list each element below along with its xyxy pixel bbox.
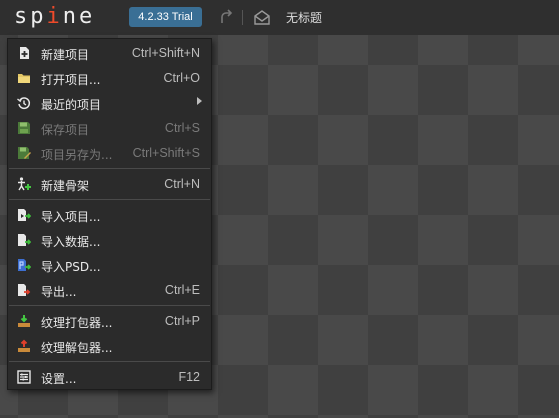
menu-item-label: 设置...: [41, 372, 77, 386]
menu-item-import-psd[interactable]: 导入PSD...: [8, 253, 211, 277]
menu-item-label: 新建项目: [41, 48, 90, 62]
menu-separator: [9, 305, 210, 306]
menu-item-shortcut: Ctrl+P: [164, 314, 200, 328]
menu-item-label: 导入数据...: [41, 235, 101, 249]
menu-item-open-project[interactable]: 打开项目... Ctrl+O: [8, 66, 211, 90]
menu-item-label: 保存项目: [41, 123, 90, 137]
menu-item-import-data[interactable]: 导入数据...: [8, 228, 211, 252]
menu-item-import-project[interactable]: 导入项目...: [8, 203, 211, 227]
history-icon: [17, 97, 31, 110]
logo-text-part1: sp: [14, 4, 47, 29]
menu-item-shortcut: Ctrl+E: [164, 283, 200, 297]
redo-icon[interactable]: [219, 9, 233, 25]
save-icon: [18, 122, 30, 134]
menu-item-label: 打开项目...: [41, 73, 101, 87]
folder-icon: [18, 74, 30, 83]
file-menu: 新建项目 Ctrl+Shift+N 打开项目... Ctrl+O 最近的项目 保…: [7, 38, 212, 390]
texture-unpack-icon: [18, 339, 30, 352]
logo-text-part2: ne: [62, 4, 96, 29]
menu-separator: [9, 361, 210, 362]
menu-item-new-skeleton[interactable]: 新建骨架 Ctrl+N: [8, 172, 211, 196]
menu-item-shortcut: Ctrl+Shift+S: [132, 146, 200, 160]
export-icon: [18, 284, 31, 296]
document-title: 无标题: [286, 11, 323, 25]
menu-item-shortcut: Ctrl+S: [164, 121, 200, 135]
menu-item-save-project-as[interactable]: 项目另存为... Ctrl+Shift+S: [8, 141, 211, 165]
menu-item-new-project[interactable]: 新建项目 Ctrl+Shift+N: [8, 41, 211, 65]
logo-accent: i: [46, 4, 63, 29]
menu-item-label: 新建骨架: [41, 179, 90, 193]
menu-item-shortcut: Ctrl+N: [164, 177, 200, 191]
import-project-icon: [18, 209, 31, 221]
menu-item-label: 最近的项目: [41, 98, 102, 112]
menu-item-texture-packer[interactable]: 纹理打包器... Ctrl+P: [8, 309, 211, 333]
menu-item-settings[interactable]: 设置... F12: [8, 365, 211, 389]
menu-item-export[interactable]: 导出... Ctrl+E: [8, 278, 211, 302]
menu-item-label: 导出...: [41, 285, 77, 299]
top-bar: spine 4.2.33 Trial 无标题: [0, 0, 559, 35]
menu-item-save-project[interactable]: 保存项目 Ctrl+S: [8, 116, 211, 140]
menu-item-label: 纹理解包器...: [41, 341, 113, 355]
settings-icon: [17, 370, 31, 384]
menu-item-shortcut: F12: [178, 370, 200, 384]
menu-item-shortcut: Ctrl+O: [163, 71, 200, 85]
menu-item-label: 纹理打包器...: [41, 316, 113, 330]
toolbar-divider: [242, 10, 243, 25]
spine-logo[interactable]: spine: [14, 4, 95, 29]
menu-separator: [9, 168, 210, 169]
version-badge: 4.2.33 Trial: [129, 7, 202, 27]
menu-item-label: 导入项目...: [41, 210, 101, 224]
menu-item-label: 项目另存为...: [41, 148, 113, 162]
menu-item-shortcut: Ctrl+Shift+N: [131, 46, 200, 60]
submenu-arrow-icon: [197, 97, 202, 105]
texture-pack-icon: [18, 315, 30, 327]
new-project-icon: [20, 47, 29, 59]
import-data-icon: [18, 234, 31, 246]
menu-item-texture-unpacker[interactable]: 纹理解包器...: [8, 334, 211, 358]
menu-separator: [9, 199, 210, 200]
mail-icon[interactable]: [254, 10, 270, 25]
menu-item-label: 导入PSD...: [41, 260, 101, 274]
import-psd-icon: [18, 259, 31, 271]
new-skeleton-icon: [18, 177, 31, 191]
save-as-icon: [18, 147, 31, 159]
menu-item-recent-projects[interactable]: 最近的项目: [8, 91, 211, 115]
